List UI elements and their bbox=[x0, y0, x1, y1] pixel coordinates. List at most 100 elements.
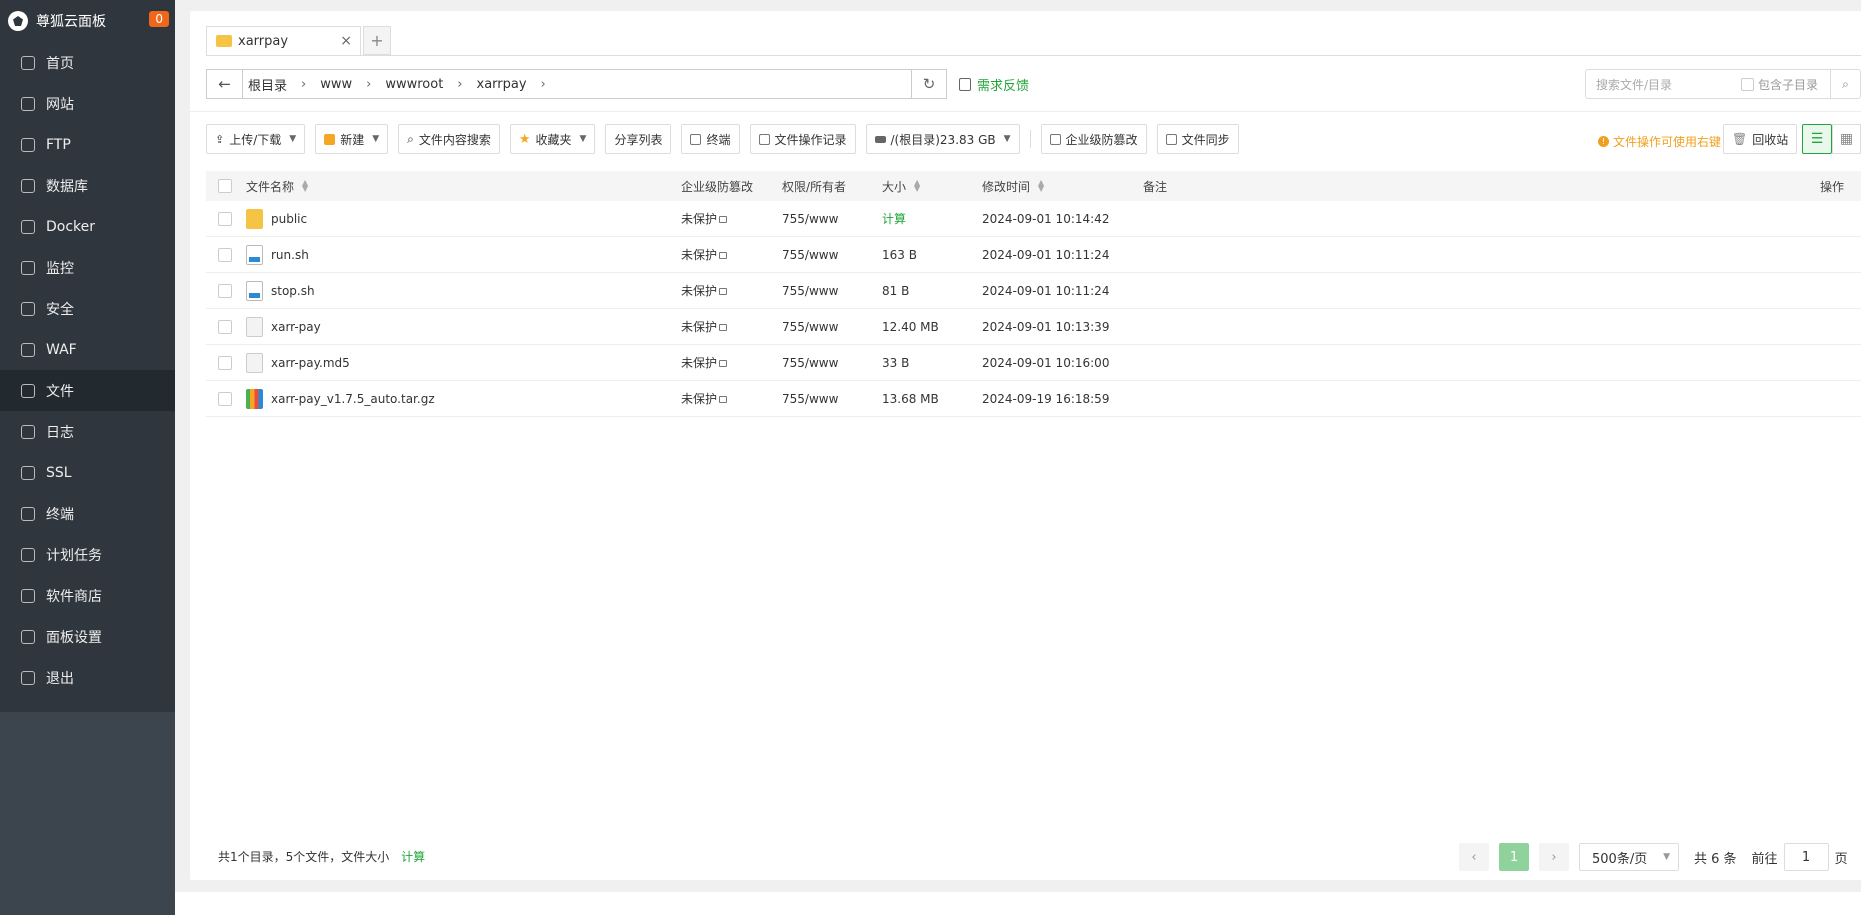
size-cell[interactable]: 计算 bbox=[882, 201, 906, 236]
tamper-cell[interactable]: 未保护 bbox=[681, 273, 728, 308]
table-row[interactable]: xarr-pay.md5 未保护 755/www 33 B 2024-09-01 10:… bbox=[206, 345, 1861, 381]
list-view-button[interactable]: ☰ bbox=[1802, 124, 1832, 154]
chevron-right-icon[interactable]: › bbox=[366, 77, 371, 92]
sidebar-item-logout[interactable]: 退出 bbox=[0, 657, 175, 698]
operation-log-button[interactable]: 文件操作记录 bbox=[749, 124, 856, 154]
sidebar-item-waf[interactable]: WAF bbox=[0, 329, 175, 370]
sidebar-item-files[interactable]: 文件 bbox=[0, 370, 175, 411]
unlock-icon[interactable] bbox=[719, 216, 728, 223]
favorites-button[interactable]: ★ 收藏夹 ▼ bbox=[509, 124, 596, 154]
row-checkbox[interactable] bbox=[218, 355, 232, 370]
recycle-bin-button[interactable]: 🗑 回收站 bbox=[1723, 124, 1798, 154]
file-name[interactable]: stop.sh bbox=[271, 284, 315, 298]
sidebar-item-home[interactable]: 首页 bbox=[0, 42, 175, 83]
breadcrumb[interactable]: 根目录 › www › wwwroot › xarrpay › bbox=[243, 69, 912, 99]
upload-download-button[interactable]: ⇪ 上传/下载 ▼ bbox=[206, 124, 306, 154]
table-row[interactable]: public 未保护 755/www 计算 2024-09-01 10:14:42 bbox=[206, 201, 1861, 237]
file-name-cell[interactable]: xarr-pay bbox=[246, 309, 321, 344]
file-name-cell[interactable]: run.sh bbox=[246, 237, 309, 272]
sidebar-item-security[interactable]: 安全 bbox=[0, 288, 175, 329]
unlock-icon[interactable] bbox=[719, 360, 728, 367]
select-all-checkbox[interactable] bbox=[218, 179, 232, 193]
table-row[interactable]: stop.sh 未保护 755/www 81 B 2024-09-01 10:11:24 bbox=[206, 273, 1861, 309]
permission-owner[interactable]: 755/www bbox=[782, 248, 838, 262]
header-name[interactable]: 文件名称 ▲ ▼ bbox=[246, 171, 308, 201]
file-name-cell[interactable]: public bbox=[246, 201, 307, 236]
next-page-button[interactable]: › bbox=[1539, 843, 1569, 871]
perm-cell[interactable]: 755/www bbox=[782, 237, 838, 272]
disk-button[interactable]: /(根目录)23.83 GB ▼ bbox=[865, 124, 1020, 154]
share-list-button[interactable]: 分享列表 bbox=[605, 124, 672, 154]
perm-cell[interactable]: 755/www bbox=[782, 309, 838, 344]
perm-cell[interactable]: 755/www bbox=[782, 273, 838, 308]
file-name-cell[interactable]: xarr-pay_v1.7.5_auto.tar.gz bbox=[246, 381, 435, 416]
terminal-button[interactable]: 终端 bbox=[681, 124, 740, 154]
tamper-cell[interactable]: 未保护 bbox=[681, 237, 728, 272]
sidebar-item-database[interactable]: 数据库 bbox=[0, 165, 175, 206]
file-name[interactable]: xarr-pay_v1.7.5_auto.tar.gz bbox=[271, 392, 435, 406]
file-name[interactable]: run.sh bbox=[271, 248, 309, 262]
row-checkbox[interactable] bbox=[218, 319, 232, 334]
sidebar-item-website[interactable]: 网站 bbox=[0, 83, 175, 124]
sidebar-item-terminal[interactable]: 终端 bbox=[0, 493, 175, 534]
sidebar-item-ssl[interactable]: SSL bbox=[0, 452, 175, 493]
table-row[interactable]: xarr-pay_v1.7.5_auto.tar.gz 未保护 755/www 13.… bbox=[206, 381, 1861, 417]
breadcrumb-item[interactable]: www bbox=[320, 77, 352, 92]
sidebar-item-logs[interactable]: 日志 bbox=[0, 411, 175, 452]
breadcrumb-item[interactable]: 根目录 bbox=[248, 75, 287, 94]
table-row[interactable]: xarr-pay 未保护 755/www 12.40 MB 2024-09-01 10:… bbox=[206, 309, 1861, 345]
file-name[interactable]: xarr-pay.md5 bbox=[271, 356, 350, 370]
tamper-protect-button[interactable]: 企业级防篡改 bbox=[1040, 124, 1147, 154]
perm-cell[interactable]: 755/www bbox=[782, 201, 838, 236]
search-icon[interactable]: ⌕ bbox=[1830, 70, 1860, 98]
page-size-select[interactable]: 500条/页 ▼ bbox=[1579, 843, 1679, 871]
search-input[interactable]: 搜索文件/目录 bbox=[1596, 76, 1741, 93]
permission-owner[interactable]: 755/www bbox=[782, 356, 838, 370]
table-row[interactable]: run.sh 未保护 755/www 163 B 2024-09-01 10:11:24 bbox=[206, 237, 1861, 273]
content-search-button[interactable]: ⌕ 文件内容搜索 bbox=[398, 124, 500, 154]
new-button[interactable]: 新建 ▼ bbox=[315, 124, 389, 154]
prev-page-button[interactable]: ‹ bbox=[1459, 843, 1489, 871]
tamper-cell[interactable]: 未保护 bbox=[681, 309, 728, 344]
chevron-right-icon[interactable]: › bbox=[301, 77, 306, 92]
close-icon[interactable]: × bbox=[340, 33, 352, 49]
sidebar-item-store[interactable]: 软件商店 bbox=[0, 575, 175, 616]
row-checkbox[interactable] bbox=[218, 283, 232, 298]
tab-xarrpay[interactable]: xarrpay × bbox=[206, 26, 361, 55]
file-name-cell[interactable]: stop.sh bbox=[246, 273, 315, 308]
chevron-right-icon[interactable]: › bbox=[457, 77, 462, 92]
grid-view-button[interactable]: ▦ bbox=[1832, 124, 1861, 154]
notification-badge[interactable]: 0 bbox=[149, 11, 169, 27]
chevron-right-icon[interactable]: › bbox=[541, 77, 546, 92]
breadcrumb-item[interactable]: wwwroot bbox=[385, 77, 443, 92]
row-checkbox[interactable] bbox=[218, 247, 232, 262]
search-box[interactable]: 搜索文件/目录 包含子目录 ⌕ bbox=[1585, 69, 1861, 99]
unlock-icon[interactable] bbox=[719, 252, 728, 259]
page-button-current[interactable]: 1 bbox=[1499, 843, 1529, 871]
unlock-icon[interactable] bbox=[719, 324, 728, 331]
sidebar-item-cron[interactable]: 计划任务 bbox=[0, 534, 175, 575]
file-name[interactable]: xarr-pay bbox=[271, 320, 321, 334]
perm-cell[interactable]: 755/www bbox=[782, 381, 838, 416]
sidebar-item-monitor[interactable]: 监控 bbox=[0, 247, 175, 288]
file-name[interactable]: public bbox=[271, 212, 307, 226]
file-sync-button[interactable]: 文件同步 bbox=[1156, 124, 1239, 154]
add-tab-button[interactable]: + bbox=[363, 26, 391, 55]
header-size[interactable]: 大小 ▲ ▼ bbox=[882, 171, 920, 201]
tamper-cell[interactable]: 未保护 bbox=[681, 381, 728, 416]
permission-owner[interactable]: 755/www bbox=[782, 212, 838, 226]
row-checkbox[interactable] bbox=[218, 211, 232, 226]
back-button[interactable]: ← bbox=[206, 69, 243, 99]
header-mtime[interactable]: 修改时间 ▲ ▼ bbox=[982, 171, 1044, 201]
unlock-icon[interactable] bbox=[719, 396, 728, 403]
perm-cell[interactable]: 755/www bbox=[782, 345, 838, 380]
row-checkbox[interactable] bbox=[218, 391, 232, 406]
unlock-icon[interactable] bbox=[719, 288, 728, 295]
permission-owner[interactable]: 755/www bbox=[782, 320, 838, 334]
sidebar-item-docker[interactable]: Docker bbox=[0, 206, 175, 247]
permission-owner[interactable]: 755/www bbox=[782, 392, 838, 406]
permission-owner[interactable]: 755/www bbox=[782, 284, 838, 298]
breadcrumb-item[interactable]: xarrpay bbox=[477, 77, 527, 92]
sidebar-item-settings[interactable]: 面板设置 bbox=[0, 616, 175, 657]
feedback-link[interactable]: 需求反馈 bbox=[959, 75, 1029, 94]
